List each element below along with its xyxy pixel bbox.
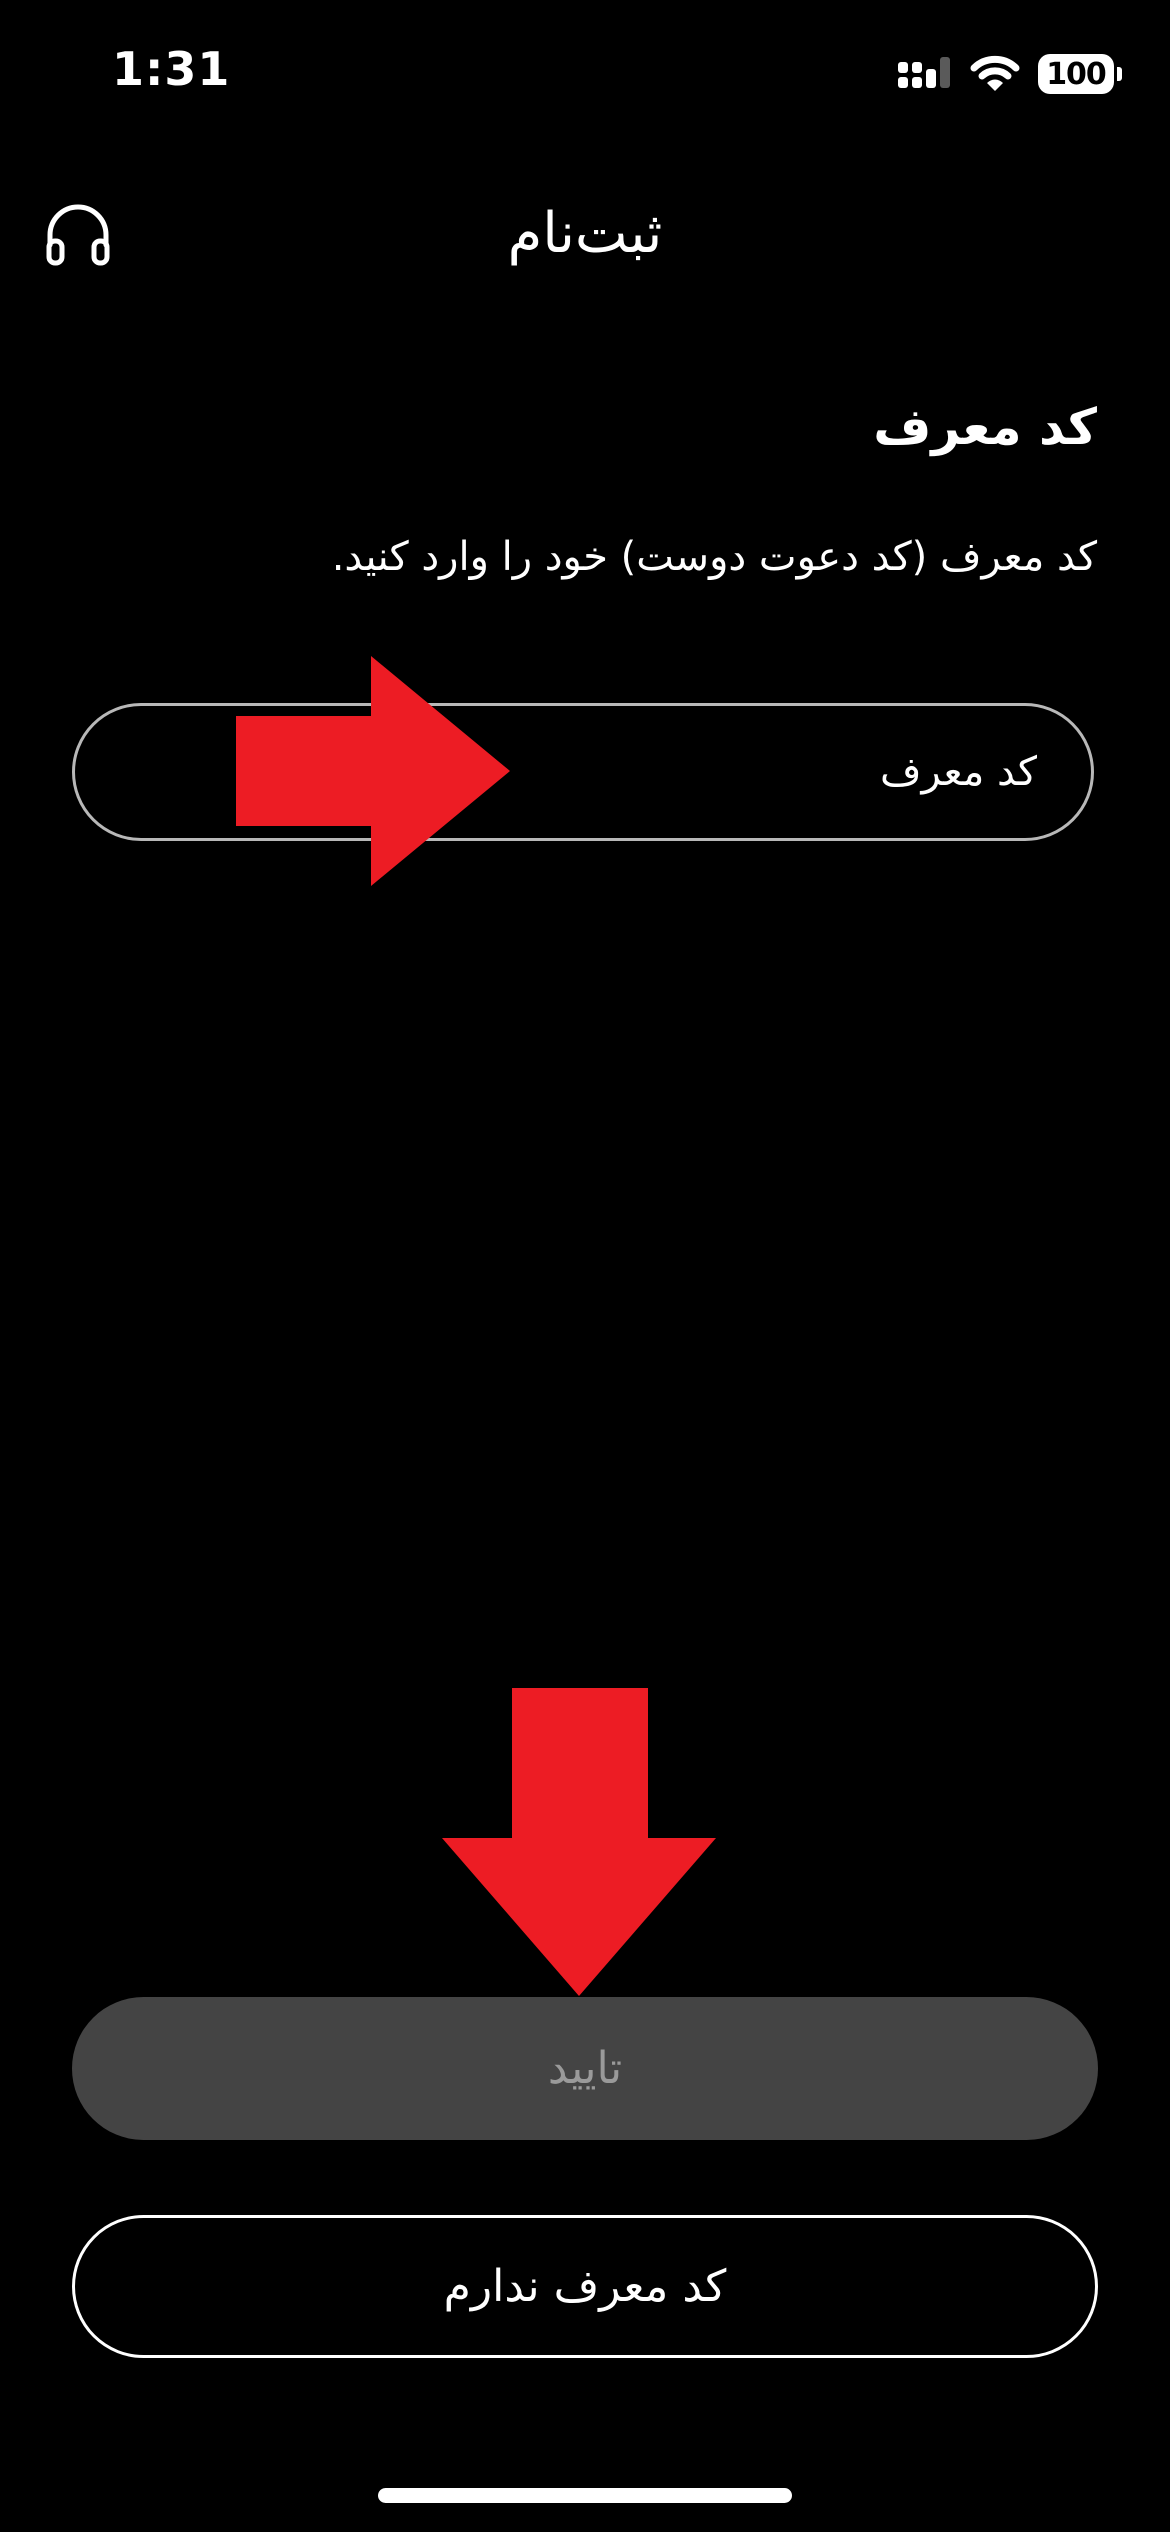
wifi-icon [970,55,1020,91]
referral-instruction: کد معرف (کد دعوت دوست) خود را وارد کنید. [331,534,1097,580]
battery-cap [1117,67,1122,81]
battery-icon: 100 [1038,54,1122,94]
confirm-button[interactable]: تایید [72,1997,1098,2140]
referral-code-input[interactable] [72,703,1094,841]
status-icons: 100 [898,50,1122,98]
section-title: کد معرف [873,398,1097,456]
arrow-right-icon [236,656,510,886]
status-bar: 1:31 100 [0,0,1170,150]
battery-level: 100 [1046,56,1107,92]
cellular-signal-icon [898,57,950,88]
home-indicator [378,2488,792,2503]
arrow-down-icon [442,1688,716,1996]
header: ثبت‌نام [0,185,1170,290]
status-time: 1:31 [112,42,231,96]
no-referral-code-button[interactable]: کد معرف ندارم [72,2215,1098,2358]
page-title: ثبت‌نام [507,201,663,266]
